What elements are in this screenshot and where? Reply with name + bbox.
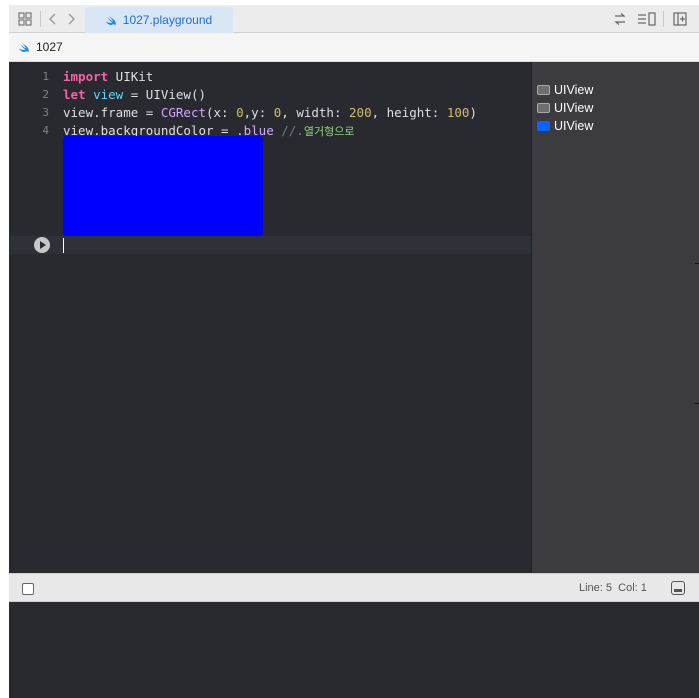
jump-bar[interactable]: 1027	[9, 33, 699, 62]
tab-bar: 1027.playground	[9, 5, 699, 33]
current-line-highlight[interactable]	[9, 236, 531, 254]
console-icon[interactable]	[671, 581, 685, 595]
code-token: , width:	[281, 105, 350, 120]
breadcrumb[interactable]: 1027	[36, 40, 63, 54]
code-editor[interactable]: 1 import UIKit 2 let view = UIView() 3 v…	[9, 62, 531, 573]
console-area[interactable]	[9, 602, 699, 698]
code-line[interactable]: 3 view.frame = CGRect(x: 0,y: 0, width: …	[9, 104, 531, 122]
text-cursor	[63, 238, 64, 253]
add-editor-icon[interactable]	[673, 12, 687, 26]
number-token: 0	[236, 105, 244, 120]
chevron-left-icon[interactable]	[46, 12, 60, 26]
code-token: view.frame =	[63, 105, 161, 120]
line-number: 2	[42, 88, 49, 101]
toolbar-divider	[663, 11, 664, 27]
status-bar: Line: 5 Col: 1	[9, 573, 699, 602]
view-result-icon[interactable]	[537, 85, 550, 95]
code-text: view.frame = CGRect(x: 0,y: 0, width: 20…	[63, 104, 477, 122]
list-lines-icon[interactable]	[637, 12, 657, 26]
keyword-token: let	[63, 87, 86, 102]
results-sidebar: UIView UIView UIView	[531, 62, 699, 573]
result-label: UIView	[554, 83, 594, 97]
result-item[interactable]: UIView	[537, 81, 593, 99]
swap-arrows-icon[interactable]	[613, 12, 627, 26]
view-result-icon[interactable]	[537, 103, 550, 113]
code-text: let view = UIView()	[63, 86, 206, 104]
view-result-icon[interactable]	[537, 121, 550, 131]
play-icon[interactable]	[34, 237, 50, 253]
code-token: (x:	[206, 105, 237, 120]
code-token: , height:	[371, 105, 447, 120]
result-item[interactable]: UIView	[537, 99, 593, 117]
code-token: UIKit	[108, 69, 154, 84]
comment-text: 열거형으로	[303, 125, 355, 138]
declaration-token: view	[93, 87, 124, 102]
type-token: CGRect	[160, 105, 206, 120]
comment-token: //.	[273, 123, 304, 138]
code-token: = UIView()	[123, 87, 207, 102]
line-number: 1	[42, 70, 49, 83]
tab-playground[interactable]: 1027.playground	[85, 7, 233, 33]
code-line[interactable]: 2 let view = UIView()	[9, 86, 531, 104]
number-token: 100	[446, 105, 470, 120]
grid-icon[interactable]	[18, 12, 32, 26]
chevron-right-icon[interactable]	[64, 12, 78, 26]
playground-window: 1027.playground 1027 1 import UIKit 2 le…	[9, 5, 699, 698]
line-number: 4	[42, 124, 49, 137]
edge-marker	[695, 263, 699, 264]
inline-view-preview[interactable]	[63, 136, 263, 236]
code-text: import UIKit	[63, 68, 153, 86]
debug-area-checkbox[interactable]	[22, 583, 34, 595]
edge-marker	[695, 403, 699, 404]
result-item[interactable]: UIView	[537, 117, 593, 135]
cursor-position: Line: 5 Col: 1	[579, 582, 647, 594]
number-token: 200	[349, 105, 372, 120]
keyword-token: import	[63, 69, 109, 84]
swift-icon	[105, 15, 116, 25]
result-label: UIView	[554, 101, 594, 115]
result-label: UIView	[554, 119, 594, 133]
code-line[interactable]: 1 import UIKit	[9, 68, 531, 86]
toolbar-divider	[40, 11, 41, 27]
code-token: )	[469, 105, 477, 120]
swift-icon	[19, 42, 29, 52]
tab-title: 1027.playground	[122, 13, 213, 27]
line-number: 3	[42, 106, 49, 119]
code-token: ,y:	[243, 105, 274, 120]
